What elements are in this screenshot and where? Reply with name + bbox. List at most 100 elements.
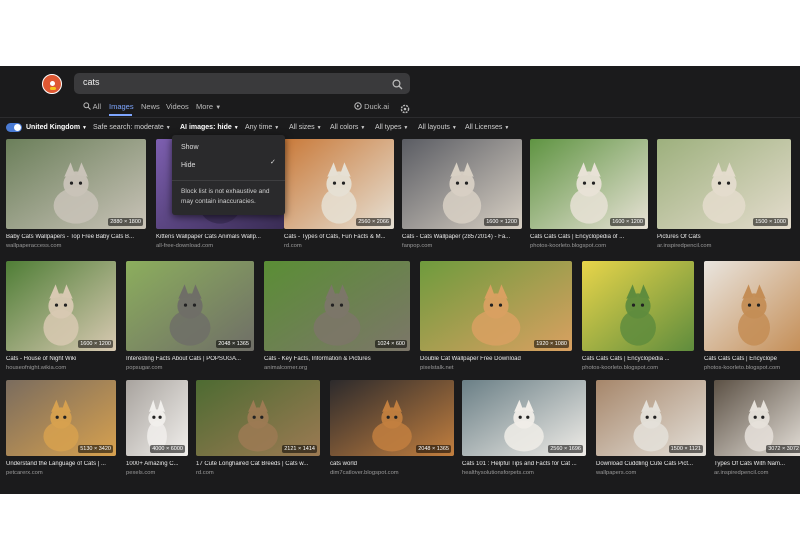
- tab-all[interactable]: All: [83, 101, 101, 113]
- image-result[interactable]: 1500 × 1121 Download Cuddling Cute Cats P…: [596, 380, 706, 482]
- result-source[interactable]: ar.inspiredpencil.com: [657, 243, 795, 249]
- license-filter[interactable]: All Licenses ▼: [465, 123, 509, 133]
- image-result[interactable]: 2880 × 1800 Baby Cats Wallpapers - Top Fr…: [6, 139, 146, 255]
- tab-more[interactable]: More ▼: [196, 101, 221, 113]
- duck-ai-label: Duck.ai: [364, 102, 390, 111]
- result-title[interactable]: Double Cat Wallpaper Free Download: [420, 356, 576, 362]
- region-filter[interactable]: United Kingdom ▼: [26, 123, 87, 133]
- result-thumbnail[interactable]: 2560 × 2066: [284, 139, 394, 229]
- result-title[interactable]: Baby Cats Wallpapers - Top Free Baby Cat…: [6, 234, 150, 240]
- layout-filter[interactable]: All layouts ▼: [418, 123, 457, 133]
- search-input[interactable]: cats: [74, 73, 410, 94]
- tab-news[interactable]: News: [141, 101, 160, 113]
- result-thumbnail[interactable]: 2880 × 1800: [6, 139, 146, 229]
- ai-option-show[interactable]: Show: [181, 144, 199, 151]
- image-result[interactable]: 4000 × 6000 1000+ Amazing C... pexels.com: [126, 380, 188, 482]
- image-result[interactable]: 1600 × 1200 Cats - Cats Wallpaper (285720…: [402, 139, 522, 255]
- result-thumbnail[interactable]: 1600 × 1200: [530, 139, 648, 229]
- result-source[interactable]: ar.inspiredpencil.com: [714, 470, 800, 476]
- result-source[interactable]: houseofnight.wikia.com: [6, 365, 120, 371]
- result-thumbnail[interactable]: 1500 × 1121: [596, 380, 706, 456]
- region-label: United Kingdom: [26, 124, 81, 131]
- result-source[interactable]: photos-koorleto.blogspot.com: [582, 365, 698, 371]
- color-filter[interactable]: All colors ▼: [330, 123, 365, 133]
- image-dimensions: 1500 × 1000: [753, 218, 788, 226]
- result-title[interactable]: 17 Cute Longhaired Cat Breeds | Cats w..…: [196, 461, 324, 467]
- result-title[interactable]: Download Cuddling Cute Cats Pict...: [596, 461, 710, 467]
- ai-option-hide[interactable]: Hide: [181, 162, 195, 169]
- result-source[interactable]: healthysolutionsforpets.com: [462, 470, 590, 476]
- result-title[interactable]: Cats - Types of Cats, Fun Facts & M...: [284, 234, 398, 240]
- result-thumbnail[interactable]: [582, 261, 694, 351]
- result-source[interactable]: photos-koorleto.blogspot.com: [704, 365, 800, 371]
- color-label: All colors: [330, 124, 359, 131]
- image-result[interactable]: 1500 × 1000 Pictures Of Cats ar.inspiredpe…: [657, 139, 791, 255]
- result-thumbnail[interactable]: 3072 × 3072: [714, 380, 800, 456]
- result-thumbnail[interactable]: 1024 × 600: [264, 261, 410, 351]
- result-thumbnail[interactable]: 1920 × 1080: [420, 261, 572, 351]
- result-source[interactable]: photos-koorleto.blogspot.com: [530, 243, 652, 249]
- result-title[interactable]: Cats - Cats Wallpaper (28572014) - Fa...: [402, 234, 526, 240]
- result-source[interactable]: petcarerx.com: [6, 470, 120, 476]
- result-title[interactable]: cats world: [330, 461, 458, 467]
- result-source[interactable]: animalcorner.org: [264, 365, 414, 371]
- result-thumbnail[interactable]: 1600 × 1200: [402, 139, 522, 229]
- result-title[interactable]: Cats Cats Cats | Encyclope: [704, 356, 800, 362]
- result-source[interactable]: dim7catlover.blogspot.com: [330, 470, 458, 476]
- result-thumbnail[interactable]: [704, 261, 800, 351]
- result-thumbnail[interactable]: 2048 × 1365: [330, 380, 454, 456]
- region-toggle[interactable]: [6, 123, 22, 132]
- tab-videos[interactable]: Videos: [166, 101, 189, 113]
- image-result[interactable]: 2121 × 1414 17 Cute Longhaired Cat Breeds…: [196, 380, 320, 482]
- result-title[interactable]: Cats - House of Night Wiki: [6, 356, 120, 362]
- result-thumbnail[interactable]: 4000 × 6000: [126, 380, 188, 456]
- tab-images[interactable]: Images: [109, 101, 134, 113]
- image-result[interactable]: Cats Cats Cats | Encyclopedia ... photos-…: [582, 261, 694, 377]
- result-title[interactable]: 1000+ Amazing C...: [126, 461, 192, 467]
- image-result[interactable]: 2560 × 2066 Cats - Types of Cats, Fun Fac…: [284, 139, 394, 255]
- result-title[interactable]: Cats - Key Facts, Information & Pictures: [264, 356, 414, 362]
- duckduckgo-logo[interactable]: [42, 74, 62, 94]
- result-source[interactable]: pixelstalk.net: [420, 365, 576, 371]
- result-source[interactable]: all-free-download.com: [156, 243, 288, 249]
- image-result[interactable]: 2048 × 1365 cats world dim7catlover.blogsp…: [330, 380, 454, 482]
- result-title[interactable]: Understand the Language of Cats | ...: [6, 461, 120, 467]
- header-divider: [0, 117, 800, 118]
- image-result[interactable]: 1024 × 600 Cats - Key Facts, Information …: [264, 261, 410, 377]
- result-title[interactable]: Cats 101 : Helpful Tips and Facts for Ca…: [462, 461, 590, 467]
- result-source[interactable]: pexels.com: [126, 470, 192, 476]
- result-source[interactable]: fanpop.com: [402, 243, 526, 249]
- image-result[interactable]: 5130 × 3420 Understand the Language of Ca…: [6, 380, 116, 482]
- image-result[interactable]: Cats Cats Cats | Encyclope photos-koorlet…: [704, 261, 800, 377]
- image-result[interactable]: 1600 × 1200 Cats - House of Night Wiki hou…: [6, 261, 116, 377]
- image-result[interactable]: 2560 × 1696 Cats 101 : Helpful Tips and F…: [462, 380, 586, 482]
- search-icon[interactable]: [392, 77, 403, 95]
- result-source[interactable]: rd.com: [284, 243, 398, 249]
- result-source[interactable]: rd.com: [196, 470, 324, 476]
- safe-search-filter[interactable]: Safe search: moderate ▼: [93, 123, 171, 133]
- result-source[interactable]: wallpapers.com: [596, 470, 710, 476]
- result-title[interactable]: Pictures Of Cats: [657, 234, 795, 240]
- result-thumbnail[interactable]: 1600 × 1200: [6, 261, 116, 351]
- result-thumbnail[interactable]: 5130 × 3420: [6, 380, 116, 456]
- result-title[interactable]: Cats Cats Cats | Encyclopedia of ...: [530, 234, 652, 240]
- duck-ai-link[interactable]: Duck.ai: [354, 101, 389, 113]
- image-result[interactable]: 1920 × 1080 Double Cat Wallpaper Free Dow…: [420, 261, 572, 377]
- size-filter[interactable]: All sizes ▼: [289, 123, 322, 133]
- result-thumbnail[interactable]: 1500 × 1000: [657, 139, 791, 229]
- result-title[interactable]: Types Of Cats With Nam...: [714, 461, 800, 467]
- ai-images-filter[interactable]: AI images: hide ▼: [180, 123, 239, 133]
- result-thumbnail[interactable]: 2560 × 1696: [462, 380, 586, 456]
- result-thumbnail[interactable]: 2048 × 1365: [126, 261, 254, 351]
- result-thumbnail[interactable]: 2121 × 1414: [196, 380, 320, 456]
- image-result[interactable]: 3072 × 3072 Types Of Cats With Nam... ar.i…: [714, 380, 800, 482]
- time-filter[interactable]: Any time ▼: [245, 123, 279, 133]
- type-filter[interactable]: All types ▼: [375, 123, 408, 133]
- result-title[interactable]: Interesting Facts About Cats | POPSUGA..…: [126, 356, 258, 362]
- image-result[interactable]: 1600 × 1200 Cats Cats Cats | Encyclopedia…: [530, 139, 648, 255]
- result-source[interactable]: popsugar.com: [126, 365, 258, 371]
- result-title[interactable]: Cats Cats Cats | Encyclopedia ...: [582, 356, 698, 362]
- result-source[interactable]: wallpaperaccess.com: [6, 243, 150, 249]
- image-result[interactable]: 2048 × 1365 Interesting Facts About Cats …: [126, 261, 254, 377]
- result-title[interactable]: Kittens Wallpaper Cats Animals Wallp...: [156, 234, 288, 240]
